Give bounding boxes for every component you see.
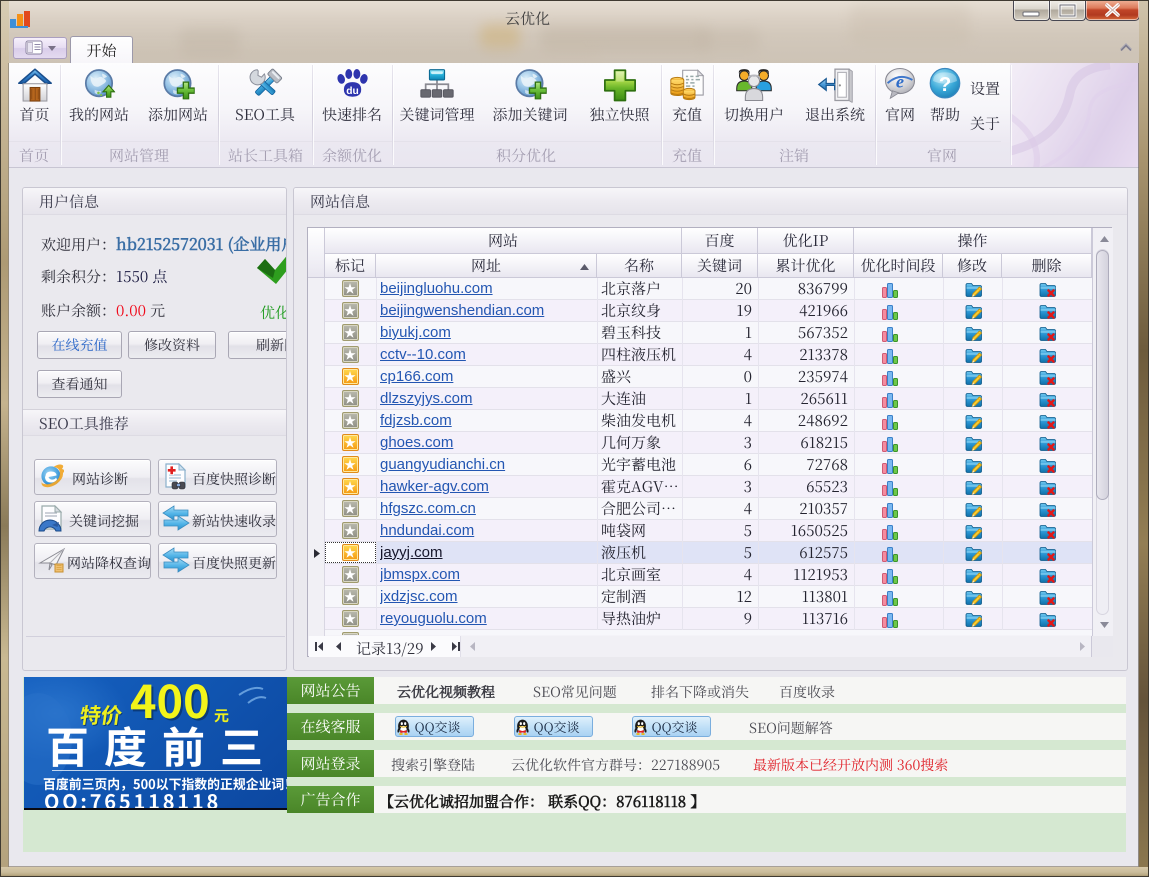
svg-text:e: e xyxy=(896,72,904,92)
svg-text:?: ? xyxy=(939,73,952,96)
svg-text:du: du xyxy=(346,86,359,97)
